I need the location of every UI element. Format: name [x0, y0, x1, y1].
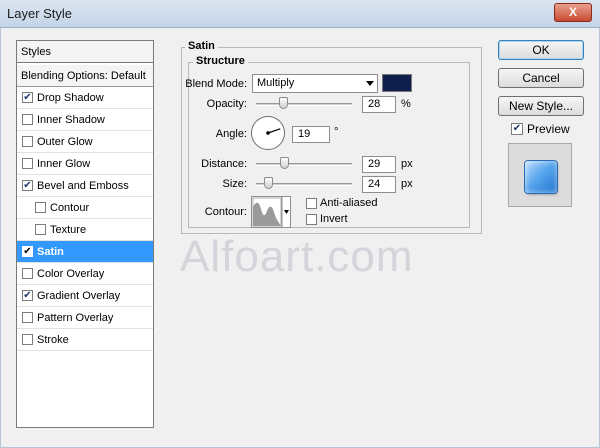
satin-group-title: Satin: [185, 40, 218, 52]
blend-mode-label: Blend Mode:: [185, 78, 247, 90]
preview-thumbnail: [508, 143, 572, 207]
style-item-inner-glow[interactable]: Inner Glow: [17, 153, 153, 175]
style-item-gradient-overlay[interactable]: ✔ Gradient Overlay: [17, 285, 153, 307]
style-item-bevel-and-emboss[interactable]: ✔ Bevel and Emboss: [17, 175, 153, 197]
style-item-label: Gradient Overlay: [37, 290, 121, 302]
watermark: Alfoart.com: [180, 232, 414, 281]
style-checkbox[interactable]: [22, 268, 33, 279]
styles-list: Styles Blending Options: Default ✔ Drop S…: [16, 40, 154, 428]
style-item-stroke[interactable]: Stroke: [17, 329, 153, 351]
close-button[interactable]: X: [554, 3, 592, 22]
opacity-unit: %: [401, 98, 411, 110]
contour-curve-icon: [252, 197, 289, 227]
styles-header[interactable]: Styles: [17, 41, 153, 63]
chevron-down-icon: [366, 81, 374, 86]
angle-label: Angle:: [215, 128, 247, 140]
style-checkbox[interactable]: ✔: [22, 92, 33, 103]
satin-color-swatch[interactable]: [382, 74, 412, 92]
style-item-label: Contour: [50, 202, 90, 214]
style-checkbox[interactable]: [35, 202, 46, 213]
contour-label: Contour:: [204, 206, 247, 218]
angle-unit: °: [334, 126, 339, 138]
invert-checkbox[interactable]: [306, 214, 317, 225]
preview-checkbox[interactable]: ✔: [511, 123, 523, 135]
ok-button[interactable]: OK: [498, 40, 584, 60]
opacity-label: Opacity:: [206, 98, 247, 110]
angle-dial[interactable]: [251, 116, 285, 150]
preview-style-swatch: [525, 161, 557, 193]
cancel-button[interactable]: Cancel: [498, 68, 584, 88]
style-checkbox[interactable]: [22, 158, 33, 169]
distance-label: Distance:: [201, 158, 247, 170]
opacity-input[interactable]: 28: [362, 96, 396, 113]
style-item-label: Drop Shadow: [37, 92, 104, 104]
angle-input[interactable]: 19: [292, 126, 330, 143]
style-checkbox[interactable]: [22, 114, 33, 125]
style-item-label: Inner Glow: [37, 158, 91, 170]
style-items: ✔ Drop Shadow Inner Shadow Outer Glow Inner …: [17, 87, 153, 351]
title-bar: Layer Style X: [0, 0, 600, 28]
distance-input[interactable]: 29: [362, 156, 396, 173]
style-item-label: Pattern Overlay: [37, 312, 114, 324]
style-item-label: Satin: [37, 246, 64, 258]
anti-aliased-checkbox[interactable]: [306, 198, 317, 209]
size-label: Size:: [222, 178, 247, 190]
checkmark-icon: ✔: [512, 123, 522, 134]
style-item-label: Outer Glow: [37, 136, 93, 148]
blend-mode-value: Multiply: [257, 77, 295, 89]
style-item-outer-glow[interactable]: Outer Glow: [17, 131, 153, 153]
angle-dial-needle: [266, 128, 281, 135]
size-input[interactable]: 24: [362, 176, 396, 193]
style-item-drop-shadow[interactable]: ✔ Drop Shadow: [17, 87, 153, 109]
blend-mode-select[interactable]: Multiply: [252, 74, 378, 93]
style-item-label: Texture: [50, 224, 87, 236]
size-unit: px: [401, 178, 413, 190]
style-item-inner-shadow[interactable]: Inner Shadow: [17, 109, 153, 131]
style-item-pattern-overlay[interactable]: Pattern Overlay: [17, 307, 153, 329]
opacity-slider-track[interactable]: [256, 103, 352, 106]
distance-unit: px: [401, 158, 413, 170]
style-item-texture[interactable]: Texture: [17, 219, 153, 241]
style-item-label: Color Overlay: [37, 268, 105, 280]
distance-slider-thumb[interactable]: [279, 157, 289, 169]
opacity-slider-thumb[interactable]: [278, 97, 288, 109]
new-style-button[interactable]: New Style...: [498, 96, 584, 116]
style-item-label: Stroke: [37, 334, 69, 346]
window-title: Layer Style: [7, 6, 73, 21]
style-item-color-overlay[interactable]: Color Overlay: [17, 263, 153, 285]
blending-options-item[interactable]: Blending Options: Default: [17, 65, 153, 87]
invert-label: Invert: [320, 213, 348, 225]
style-checkbox[interactable]: [35, 224, 46, 235]
anti-aliased-label: Anti-aliased: [320, 197, 378, 209]
style-item-label: Bevel and Emboss: [37, 180, 129, 192]
style-item-satin[interactable]: ✔ Satin: [17, 241, 153, 263]
structure-group-title: Structure: [193, 55, 248, 67]
distance-slider-track[interactable]: [256, 163, 352, 166]
style-item-contour[interactable]: Contour: [17, 197, 153, 219]
style-checkbox[interactable]: [22, 334, 33, 345]
style-checkbox[interactable]: [22, 136, 33, 147]
size-slider-thumb[interactable]: [263, 177, 273, 189]
style-checkbox[interactable]: ✔: [22, 180, 33, 191]
style-checkbox[interactable]: ✔: [22, 290, 33, 301]
preview-label: Preview: [527, 122, 570, 136]
style-checkbox[interactable]: ✔: [22, 246, 33, 257]
contour-picker[interactable]: [251, 196, 291, 228]
style-item-label: Inner Shadow: [37, 114, 105, 126]
style-checkbox[interactable]: [22, 312, 33, 323]
